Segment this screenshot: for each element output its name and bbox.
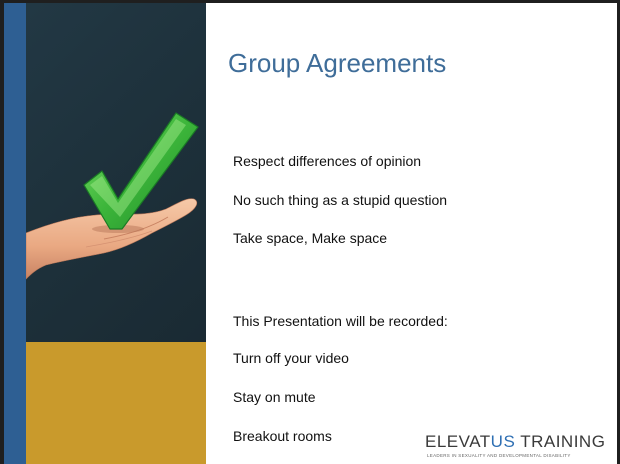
- agreement-item: No such thing as a stupid question: [233, 192, 448, 208]
- recording-notice: This Presentation will be recorded:: [233, 313, 448, 329]
- logo-name-part3: TRAINING: [515, 432, 606, 451]
- logo-name-part1: ELEVAT: [425, 432, 491, 451]
- logo-name-part2: US: [490, 432, 516, 451]
- logo-wordmark: ELEVATUS TRAINING: [425, 432, 605, 452]
- slide: Group Agreements Respect differences of …: [0, 0, 620, 464]
- gold-side-panel: [26, 342, 206, 464]
- accent-stripe: [4, 3, 26, 464]
- company-logo: ELEVATUS TRAINING LEADERS IN SEXUALITY A…: [425, 432, 605, 462]
- slide-title: Group Agreements: [228, 48, 447, 78]
- recording-item: Turn off your video: [233, 350, 349, 366]
- logo-tagline: LEADERS IN SEXUALITY AND DEVELOPMENTAL D…: [427, 453, 571, 458]
- recording-item: Breakout rooms: [233, 428, 332, 444]
- agreement-item: Respect differences of opinion: [233, 153, 422, 169]
- agreement-item: Take space, Make space: [233, 230, 388, 246]
- hand-holding-checkmark-icon: [26, 112, 199, 280]
- recording-item: Stay on mute: [233, 389, 316, 405]
